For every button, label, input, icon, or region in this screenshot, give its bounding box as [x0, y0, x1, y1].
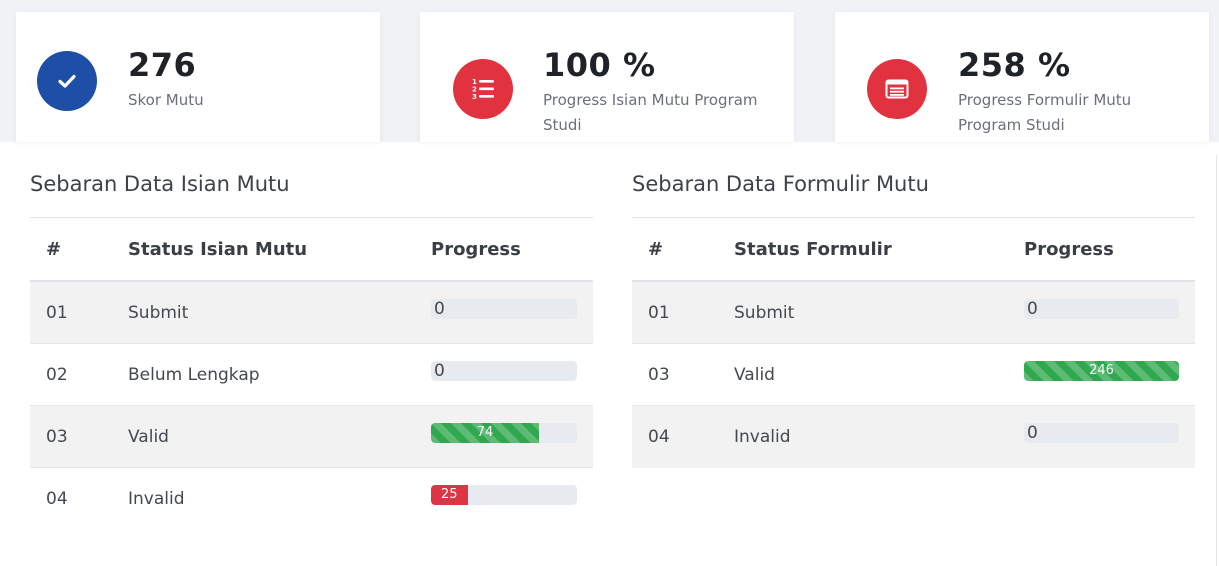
table-row: 01 Submit 0	[30, 282, 593, 344]
row-status: Invalid	[734, 427, 791, 447]
card-value: 276	[128, 46, 197, 84]
row-status: Submit	[734, 302, 795, 323]
row-num: 01	[46, 302, 68, 323]
table-row: 04 Invalid 25	[30, 468, 593, 530]
numbered-list-icon: 1 2 3	[453, 59, 513, 119]
row-num: 04	[46, 489, 68, 509]
table-row: 03 Valid 74	[30, 406, 593, 468]
progress-fill: 246	[1024, 361, 1179, 381]
progress-bar: 0	[431, 361, 577, 381]
svg-text:3: 3	[472, 93, 477, 101]
row-status: Valid	[128, 426, 169, 447]
isian-mutu-section: Sebaran Data Isian Mutu # Status Isian M…	[30, 160, 593, 530]
progress-value: 0	[1027, 299, 1038, 319]
table-row: 04 Invalid 0	[632, 406, 1195, 468]
progress-bar: 246	[1024, 361, 1179, 381]
card-value: 100 %	[543, 46, 656, 84]
card-label: Progress Formulir Mutu Program Studi	[958, 91, 1132, 134]
table-row: 03 Valid 246	[632, 344, 1195, 406]
card-progress-formulir: 258 % Progress Formulir Mutu Program Stu…	[835, 12, 1209, 142]
table-row: 02 Belum Lengkap 0	[30, 344, 593, 406]
form-list-icon	[867, 59, 927, 119]
table-header: # Status Isian Mutu Progress	[30, 218, 593, 282]
row-status: Belum Lengkap	[128, 364, 260, 385]
table-header: # Status Formulir Progress	[632, 218, 1195, 282]
progress-value: 0	[1027, 423, 1038, 443]
header-status: Status Formulir	[734, 238, 892, 260]
card-progress-isian: 1 2 3 100 % Progress Isian Mutu Program …	[420, 12, 794, 142]
progress-value: 0	[434, 299, 445, 319]
card-skor-mutu: 276 Skor Mutu	[16, 12, 380, 142]
header-progress: Progress	[431, 238, 521, 260]
row-num: 01	[648, 302, 670, 323]
header-num: #	[46, 238, 62, 260]
card-label: Progress Isian Mutu Program Studi	[543, 91, 758, 134]
header-progress: Progress	[1024, 238, 1114, 260]
progress-value: 0	[434, 361, 445, 381]
row-status: Valid	[734, 364, 775, 385]
header-status: Status Isian Mutu	[128, 238, 308, 260]
row-num: 03	[46, 426, 68, 447]
header-num: #	[648, 238, 664, 260]
section-title: Sebaran Data Isian Mutu	[30, 160, 593, 218]
formulir-mutu-section: Sebaran Data Formulir Mutu # Status Form…	[632, 160, 1195, 468]
progress-fill: 74	[431, 423, 540, 443]
row-num: 03	[648, 364, 670, 385]
table-row: 01 Submit 0	[632, 282, 1195, 344]
row-num: 04	[648, 427, 670, 447]
check-icon	[37, 51, 97, 111]
progress-bar: 74	[431, 423, 577, 443]
row-status: Submit	[128, 302, 189, 323]
card-value: 258 %	[958, 46, 1071, 84]
progress-fill: 25	[431, 485, 468, 505]
row-num: 02	[46, 364, 68, 385]
vertical-divider	[1216, 155, 1217, 566]
section-title: Sebaran Data Formulir Mutu	[632, 160, 1195, 218]
progress-bar: 25	[431, 485, 577, 505]
progress-bar: 0	[431, 299, 577, 319]
card-label: Skor Mutu	[128, 91, 204, 109]
progress-bar: 0	[1024, 423, 1179, 443]
progress-bar: 0	[1024, 299, 1179, 319]
row-status: Invalid	[128, 489, 185, 509]
